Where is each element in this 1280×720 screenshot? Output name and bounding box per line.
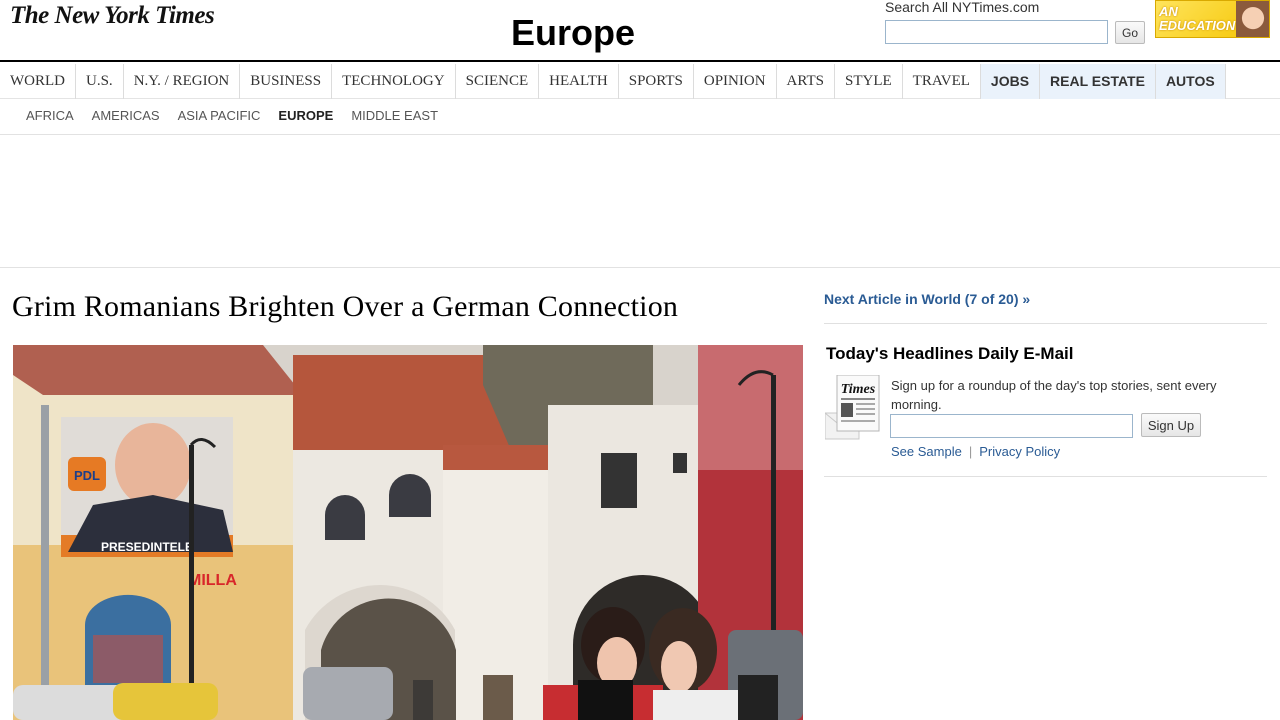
- masthead: The New York Times Europe Search All NYT…: [0, 0, 1280, 62]
- nav-item-opinion[interactable]: OPINION: [694, 64, 777, 99]
- sidebar-divider: [824, 476, 1267, 477]
- ad-face-image: [1236, 1, 1269, 37]
- search-input[interactable]: [885, 20, 1108, 44]
- subsection-nav: AFRICA AMERICAS ASIA PACIFIC EUROPE MIDDLE E…: [26, 108, 456, 123]
- divider: [0, 267, 1280, 268]
- ad-text: AN EDUCATION: [1159, 4, 1236, 33]
- nav-item-business[interactable]: BUSINESS: [240, 64, 333, 99]
- sign-up-button[interactable]: Sign Up: [1141, 413, 1201, 437]
- nav-item-world[interactable]: WORLD: [0, 64, 76, 99]
- see-sample-link[interactable]: See Sample: [891, 444, 962, 459]
- nav-item-n-y-region[interactable]: N.Y. / REGION: [124, 64, 241, 99]
- email-description: Sign up for a roundup of the day's top s…: [891, 378, 1217, 412]
- link-separator: |: [968, 444, 973, 459]
- shop-sign-text: MILLA: [188, 572, 237, 589]
- divider: [0, 134, 1280, 135]
- nav-item-health[interactable]: HEALTH: [539, 64, 619, 99]
- article-photo[interactable]: PDL PRESEDINTELE MILLA: [13, 345, 803, 720]
- search-go-button[interactable]: Go: [1115, 21, 1145, 44]
- nav-item-arts[interactable]: ARTS: [777, 64, 835, 99]
- nav-item-technology[interactable]: TECHNOLOGY: [332, 64, 456, 99]
- email-links: See Sample | Privacy Policy: [891, 444, 1060, 459]
- search-label: Search All NYTimes.com: [885, 0, 1040, 15]
- sidebar-divider: [824, 323, 1267, 324]
- poster-banner-text: PRESEDINTELE: [101, 540, 193, 554]
- nav-item-travel[interactable]: TRAVEL: [903, 64, 981, 99]
- nav-item-real-estate[interactable]: REAL ESTATE: [1040, 64, 1156, 99]
- poster-logo-text: PDL: [74, 468, 100, 483]
- subnav-item-americas[interactable]: AMERICAS: [92, 108, 160, 123]
- nav-item-u-s[interactable]: U.S.: [76, 64, 124, 99]
- article-headline[interactable]: Grim Romanians Brighten Over a German Co…: [12, 290, 678, 324]
- street-scene-image: PDL PRESEDINTELE MILLA: [13, 345, 803, 720]
- email-module-title: Today's Headlines Daily E-Mail: [826, 344, 1074, 363]
- section-nav: WORLD U.S. N.Y. / REGION BUSINESS TECHNOLOGY…: [0, 64, 1280, 99]
- nav-item-sports[interactable]: SPORTS: [619, 64, 694, 99]
- newspaper-icon-text: Times: [841, 382, 876, 397]
- nav-item-autos[interactable]: AUTOS: [1155, 64, 1226, 99]
- subnav-item-africa[interactable]: AFRICA: [26, 108, 74, 123]
- subnav-item-middle-east[interactable]: MIDDLE EAST: [351, 108, 438, 123]
- nav-item-science[interactable]: SCIENCE: [456, 64, 540, 99]
- nav-item-jobs[interactable]: JOBS: [980, 64, 1041, 99]
- nav-item-style[interactable]: STYLE: [835, 64, 903, 99]
- email-field[interactable]: [890, 414, 1133, 438]
- ad-banner[interactable]: AN EDUCATION: [1155, 0, 1270, 38]
- privacy-policy-link[interactable]: Privacy Policy: [979, 444, 1060, 459]
- subnav-item-asia-pacific[interactable]: ASIA PACIFIC: [178, 108, 261, 123]
- newspaper-icon: Times: [824, 374, 882, 440]
- subnav-item-europe[interactable]: EUROPE: [278, 108, 333, 123]
- next-article-link[interactable]: Next Article in World (7 of 20) »: [824, 291, 1030, 307]
